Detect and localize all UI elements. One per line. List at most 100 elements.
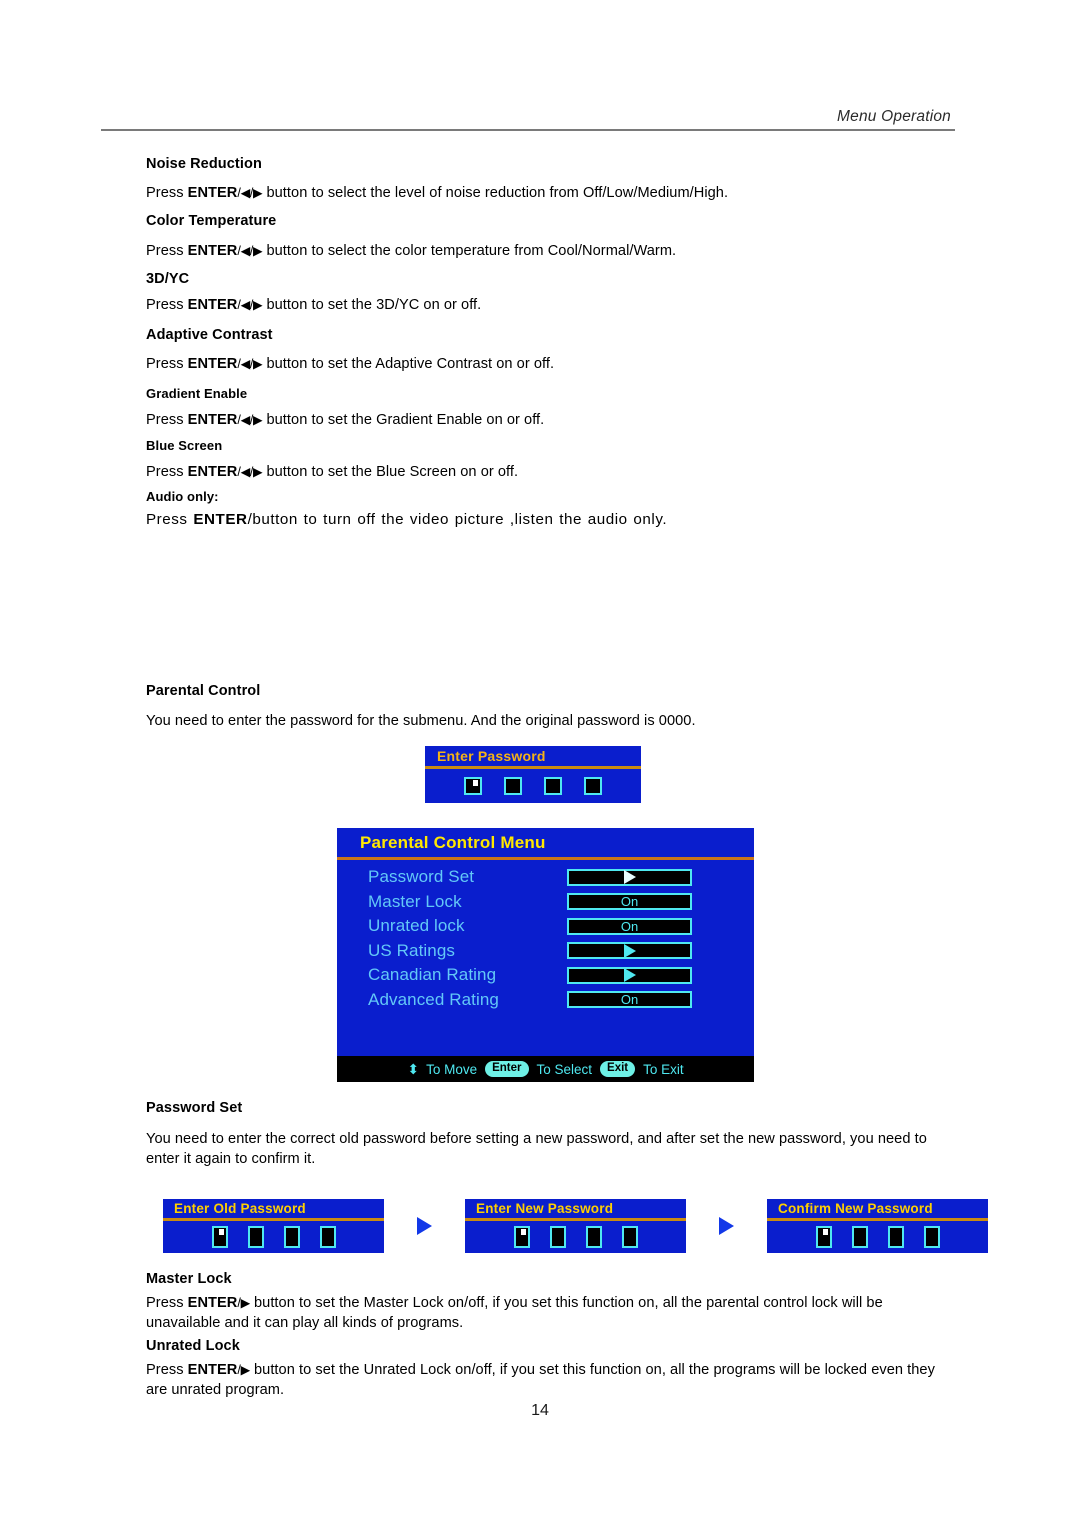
password-box-group[interactable] <box>425 769 641 803</box>
section-noise-reduction-body: Press ENTER/◀/▶ button to select the lev… <box>146 184 956 204</box>
section-heading: Blue Screen <box>146 438 223 453</box>
menu-row-value[interactable] <box>567 868 692 886</box>
body-rest: button to set the Adaptive Contrast on o… <box>262 356 555 372</box>
body-text: Press ENTER/button to turn off the video… <box>146 510 956 530</box>
section-blue-screen-body: Press ENTER/◀/▶ button to set the Blue S… <box>146 463 956 483</box>
press-prefix: Press <box>146 243 188 259</box>
section-audio-only: Audio only: <box>146 489 956 504</box>
body-text: Press ENTER/◀/▶ button to set the Blue S… <box>146 463 956 483</box>
arrow-keys-icon: /◀/▶ <box>237 244 263 258</box>
submenu-arrow-icon <box>623 968 636 983</box>
menu-row-value[interactable]: On <box>567 991 692 1009</box>
menu-row-label: Canadian Rating <box>368 965 497 985</box>
enter-old-password-dialog: Enter Old Password <box>163 1199 384 1253</box>
body-text-line1: Press ENTER/▶ button to set the Unrated … <box>146 1361 956 1381</box>
menu-row-label: Advanced Rating <box>368 989 499 1009</box>
to-exit-label: To Exit <box>643 1061 684 1077</box>
submenu-arrow-icon <box>623 870 636 885</box>
to-move-label: To Move <box>426 1061 478 1077</box>
right-arrow-icon <box>719 1217 734 1235</box>
section-parental-control: Parental Control <box>146 683 956 699</box>
press-prefix: Press <box>146 464 188 480</box>
arrow-keys-icon: /◀/▶ <box>237 413 263 427</box>
body-rest: button to set the Gradient Enable on or … <box>262 412 545 428</box>
enter-key-label: ENTER <box>187 356 238 372</box>
password-digit-box[interactable] <box>544 777 562 795</box>
press-prefix: Press <box>146 1362 188 1378</box>
password-box-group[interactable] <box>767 1221 988 1253</box>
arrow-keys-icon: /◀/▶ <box>237 186 263 200</box>
body-rest: button to select the level of noise redu… <box>262 185 729 201</box>
section-heading: Noise Reduction <box>146 156 262 172</box>
password-digit-box[interactable] <box>283 1226 300 1248</box>
menu-row-value[interactable]: On <box>567 893 692 911</box>
password-digit-box[interactable] <box>887 1226 904 1248</box>
password-digit-box[interactable] <box>815 1226 832 1248</box>
password-digit-box[interactable] <box>923 1226 940 1248</box>
dialog-title: Enter Password <box>437 748 546 764</box>
password-digit-box[interactable] <box>621 1226 638 1248</box>
section-noise-reduction: Noise Reduction <box>146 156 956 172</box>
menu-row-canadian-rating[interactable]: Canadian Rating <box>337 963 754 988</box>
section-unrated-lock: Unrated Lock <box>146 1338 956 1354</box>
password-digit-box[interactable] <box>247 1226 264 1248</box>
section-heading: Master Lock <box>146 1271 232 1287</box>
section-adaptive-contrast: Adaptive Contrast <box>146 327 956 343</box>
enter-key-label: ENTER <box>187 464 238 480</box>
page-number: 14 <box>531 1402 549 1419</box>
password-digit-box[interactable] <box>513 1226 530 1248</box>
press-prefix: Press <box>146 412 188 428</box>
menu-row-unrated-lock[interactable]: Unrated lock On <box>337 914 754 939</box>
body-rest: /button to turn off the video picture ,l… <box>247 511 668 528</box>
section-heading: Gradient Enable <box>146 386 248 401</box>
password-digit-box[interactable] <box>851 1226 868 1248</box>
press-prefix: Press <box>146 356 188 372</box>
enter-password-dialog: Enter Password <box>425 746 641 803</box>
menu-row-value[interactable]: On <box>567 917 692 935</box>
enter-key-label: ENTER <box>187 1295 238 1311</box>
arrow-keys-icon: /◀/▶ <box>237 298 263 312</box>
password-digit-box[interactable] <box>504 777 522 795</box>
menu-row-master-lock[interactable]: Master Lock On <box>337 890 754 915</box>
password-box-group[interactable] <box>465 1221 686 1253</box>
password-digit-box[interactable] <box>584 777 602 795</box>
menu-row-us-ratings[interactable]: US Ratings <box>337 939 754 964</box>
password-digit-box[interactable] <box>464 777 482 795</box>
section-heading: Password Set <box>146 1100 243 1116</box>
section-audio-only-body: Press ENTER/button to turn off the video… <box>146 510 956 530</box>
section-heading: Audio only: <box>146 489 219 504</box>
body-text: Press ENTER/◀/▶ button to set the Adapti… <box>146 355 956 375</box>
enter-key-label: ENTER <box>187 243 238 259</box>
menu-row-label: Master Lock <box>368 891 462 911</box>
flow-arrow-2 <box>686 1217 767 1235</box>
press-prefix: Press <box>146 1295 188 1311</box>
dialog-title: Enter New Password <box>476 1201 614 1216</box>
section-3dyc-body: Press ENTER/◀/▶ button to set the 3D/YC … <box>146 296 956 316</box>
password-digit-box[interactable] <box>585 1226 602 1248</box>
body-text: Press ENTER/◀/▶ button to set the 3D/YC … <box>146 296 956 316</box>
exit-key-pill[interactable]: Exit <box>600 1061 636 1077</box>
body-text-line1: Press ENTER/▶ button to set the Master L… <box>146 1294 956 1314</box>
enter-key-label: ENTER <box>187 297 238 313</box>
enter-key-label: ENTER <box>187 185 238 201</box>
body-rest: button to set the Master Lock on/off, if… <box>249 1295 883 1311</box>
section-color-temperature-body: Press ENTER/◀/▶ button to select the col… <box>146 242 956 262</box>
password-digit-box[interactable] <box>549 1226 566 1248</box>
menu-row-value[interactable] <box>567 966 692 984</box>
password-digit-box[interactable] <box>319 1226 336 1248</box>
enter-key-pill[interactable]: Enter <box>485 1061 529 1077</box>
dialog-title: Enter Old Password <box>174 1201 306 1216</box>
section-password-set: Password Set <box>146 1100 956 1116</box>
section-heading: Adaptive Contrast <box>146 327 273 343</box>
section-password-set-description: You need to enter the correct old passwo… <box>146 1130 956 1169</box>
password-digit-box[interactable] <box>211 1226 228 1248</box>
menu-row-password-set[interactable]: Password Set <box>337 865 754 890</box>
up-down-arrow-icon: ⬍ <box>407 1061 419 1077</box>
menu-row-advanced-rating[interactable]: Advanced Rating On <box>337 988 754 1013</box>
section-gradient-enable: Gradient Enable <box>146 386 956 401</box>
password-box-group[interactable] <box>163 1221 384 1253</box>
menu-row-value[interactable] <box>567 942 692 960</box>
section-heading: Parental Control <box>146 683 261 699</box>
section-gradient-enable-body: Press ENTER/◀/▶ button to set the Gradie… <box>146 411 956 431</box>
section-adaptive-contrast-body: Press ENTER/◀/▶ button to set the Adapti… <box>146 355 956 375</box>
